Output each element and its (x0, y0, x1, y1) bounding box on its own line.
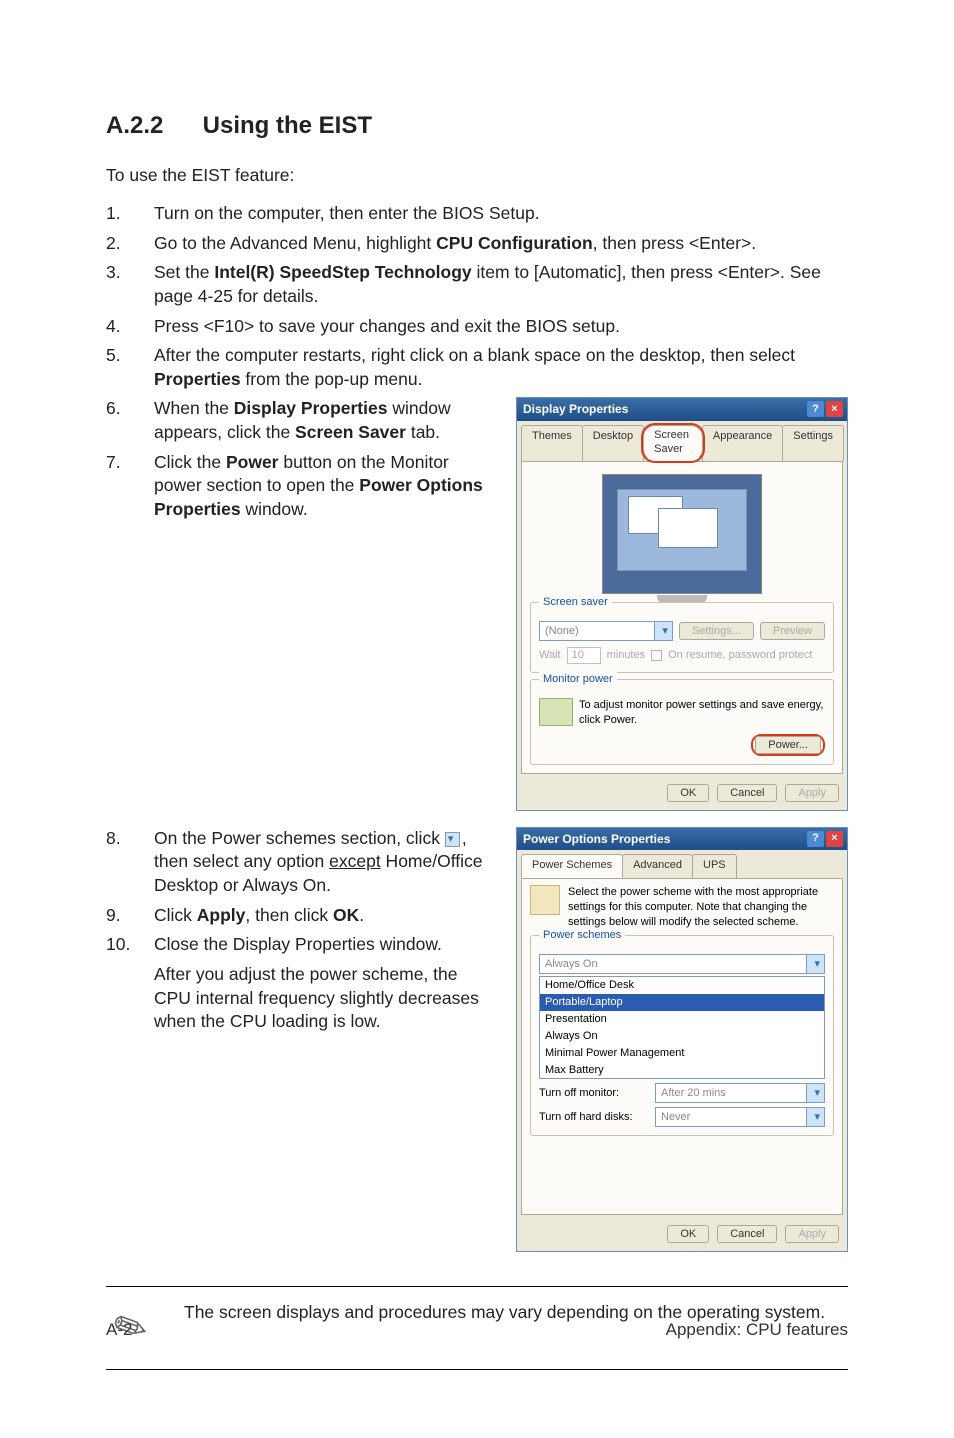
step-number: 2. (106, 232, 154, 256)
page-number: A-2 (106, 1320, 132, 1340)
close-icon[interactable]: × (826, 401, 843, 417)
section-heading: A.2.2 Using the EIST (106, 110, 848, 142)
titlebar[interactable]: Display Properties ? × (517, 398, 847, 420)
step-body: After the computer restarts, right click… (154, 344, 848, 391)
monitor-power-group: Monitor power To adjust monitor power se… (530, 679, 834, 765)
step-number: 1. (106, 202, 154, 226)
dropdown-arrow-icon (445, 832, 460, 847)
power-schemes-group: Power schemes Always On Home/Office Desk… (530, 935, 834, 1136)
step-body: On the Power schemes section, click , th… (154, 827, 496, 898)
help-icon[interactable]: ? (807, 401, 824, 417)
intro-text: To use the EIST feature: (106, 164, 848, 188)
step-body: Close the Display Properties window. Aft… (154, 933, 496, 1034)
group-legend: Screen saver (539, 595, 612, 610)
tab-screen-saver[interactable]: Screen Saver (643, 425, 703, 462)
power-options-dialog: Power Options Properties ? × Power Schem… (516, 827, 848, 1253)
step-number: 6. (106, 397, 154, 444)
tab-themes[interactable]: Themes (521, 425, 583, 462)
list-item[interactable]: Max Battery (540, 1062, 824, 1079)
step-number: 3. (106, 261, 154, 308)
battery-icon (530, 885, 560, 915)
step-body: Set the Intel(R) SpeedStep Technology it… (154, 261, 848, 308)
help-icon[interactable]: ? (807, 831, 824, 847)
step-body: Go to the Advanced Menu, highlight CPU C… (154, 232, 848, 256)
energy-star-icon (539, 698, 573, 726)
ok-button[interactable]: OK (667, 784, 709, 802)
turn-off-monitor-select[interactable]: After 20 mins (655, 1083, 825, 1103)
step-2: 2. Go to the Advanced Menu, highlight CP… (106, 232, 848, 256)
step-number: 10. (106, 933, 154, 1034)
step-9: 9. Click Apply, then click OK. (106, 904, 496, 928)
list-item[interactable]: Minimal Power Management (540, 1045, 824, 1062)
cancel-button[interactable]: Cancel (717, 1225, 777, 1243)
step-4: 4. Press <F10> to save your changes and … (106, 315, 848, 339)
power-scheme-select[interactable]: Always On (539, 954, 825, 974)
monitor-power-text: To adjust monitor power settings and sav… (579, 698, 825, 728)
turn-off-disks-select[interactable]: Never (655, 1107, 825, 1127)
list-item[interactable]: Portable/Laptop (540, 994, 824, 1011)
cancel-button[interactable]: Cancel (717, 784, 777, 802)
section-title-text: Using the EIST (203, 112, 372, 139)
wait-label: Wait (539, 648, 561, 663)
tab-settings[interactable]: Settings (782, 425, 844, 462)
step-10: 10. Close the Display Properties window.… (106, 933, 496, 1034)
step-body: Turn on the computer, then enter the BIO… (154, 202, 848, 226)
screen-saver-group: Screen saver (None) Settings... Preview … (530, 602, 834, 673)
step-3: 3. Set the Intel(R) SpeedStep Technology… (106, 261, 848, 308)
step-1: 1. Turn on the computer, then enter the … (106, 202, 848, 226)
scheme-description: Select the power scheme with the most ap… (568, 885, 834, 930)
dialog-title: Power Options Properties (523, 831, 670, 847)
power-button[interactable]: Power... (755, 736, 821, 754)
step-number: 7. (106, 451, 154, 522)
close-icon[interactable]: × (826, 831, 843, 847)
step-body: Click Apply, then click OK. (154, 904, 496, 928)
tab-ups[interactable]: UPS (692, 854, 737, 878)
step-number: 5. (106, 344, 154, 391)
tab-power-schemes[interactable]: Power Schemes (521, 854, 623, 878)
step-number: 9. (106, 904, 154, 928)
list-item[interactable]: Presentation (540, 1011, 824, 1028)
tab-appearance[interactable]: Appearance (702, 425, 783, 462)
tab-strip: Themes Desktop Screen Saver Appearance S… (517, 421, 847, 462)
resume-label: On resume, password protect (668, 648, 812, 663)
tab-desktop[interactable]: Desktop (582, 425, 644, 462)
step-number: 8. (106, 827, 154, 898)
settings-button[interactable]: Settings... (679, 622, 754, 640)
power-scheme-options[interactable]: Home/Office Desk Portable/Laptop Present… (539, 976, 825, 1079)
screen-saver-select[interactable]: (None) (539, 621, 673, 641)
ok-button[interactable]: OK (667, 1225, 709, 1243)
list-item[interactable]: Always On (540, 1028, 824, 1045)
turn-off-monitor-label: Turn off monitor: (539, 1086, 649, 1101)
step-5: 5. After the computer restarts, right cl… (106, 344, 848, 391)
step-8: 8. On the Power schemes section, click ,… (106, 827, 496, 898)
step-7: 7. Click the Power button on the Monitor… (106, 451, 496, 522)
tab-advanced[interactable]: Advanced (622, 854, 693, 878)
titlebar[interactable]: Power Options Properties ? × (517, 828, 847, 850)
wait-unit: minutes (607, 648, 646, 663)
section-number: A.2.2 (106, 110, 196, 142)
step-6: 6. When the Display Properties window ap… (106, 397, 496, 444)
step-number: 4. (106, 315, 154, 339)
page-footer: A-2 Appendix: CPU features (106, 1320, 848, 1340)
monitor-preview (602, 474, 762, 594)
list-item[interactable]: Home/Office Desk (540, 977, 824, 994)
step-body: Click the Power button on the Monitor po… (154, 451, 496, 522)
turn-off-disks-label: Turn off hard disks: (539, 1110, 649, 1125)
preview-button[interactable]: Preview (760, 622, 825, 640)
apply-button[interactable]: Apply (785, 1225, 839, 1243)
group-legend: Power schemes (539, 928, 625, 943)
display-properties-dialog: Display Properties ? × Themes Desktop Sc… (516, 397, 848, 810)
resume-checkbox[interactable] (651, 650, 662, 661)
group-legend: Monitor power (539, 672, 617, 687)
wait-spinner[interactable]: 10 (567, 647, 601, 664)
dialog-title: Display Properties (523, 401, 628, 417)
footer-title: Appendix: CPU features (666, 1320, 848, 1340)
step-body: Press <F10> to save your changes and exi… (154, 315, 848, 339)
tab-strip: Power Schemes Advanced UPS (517, 850, 847, 878)
step-body: When the Display Properties window appea… (154, 397, 496, 444)
apply-button[interactable]: Apply (785, 784, 839, 802)
